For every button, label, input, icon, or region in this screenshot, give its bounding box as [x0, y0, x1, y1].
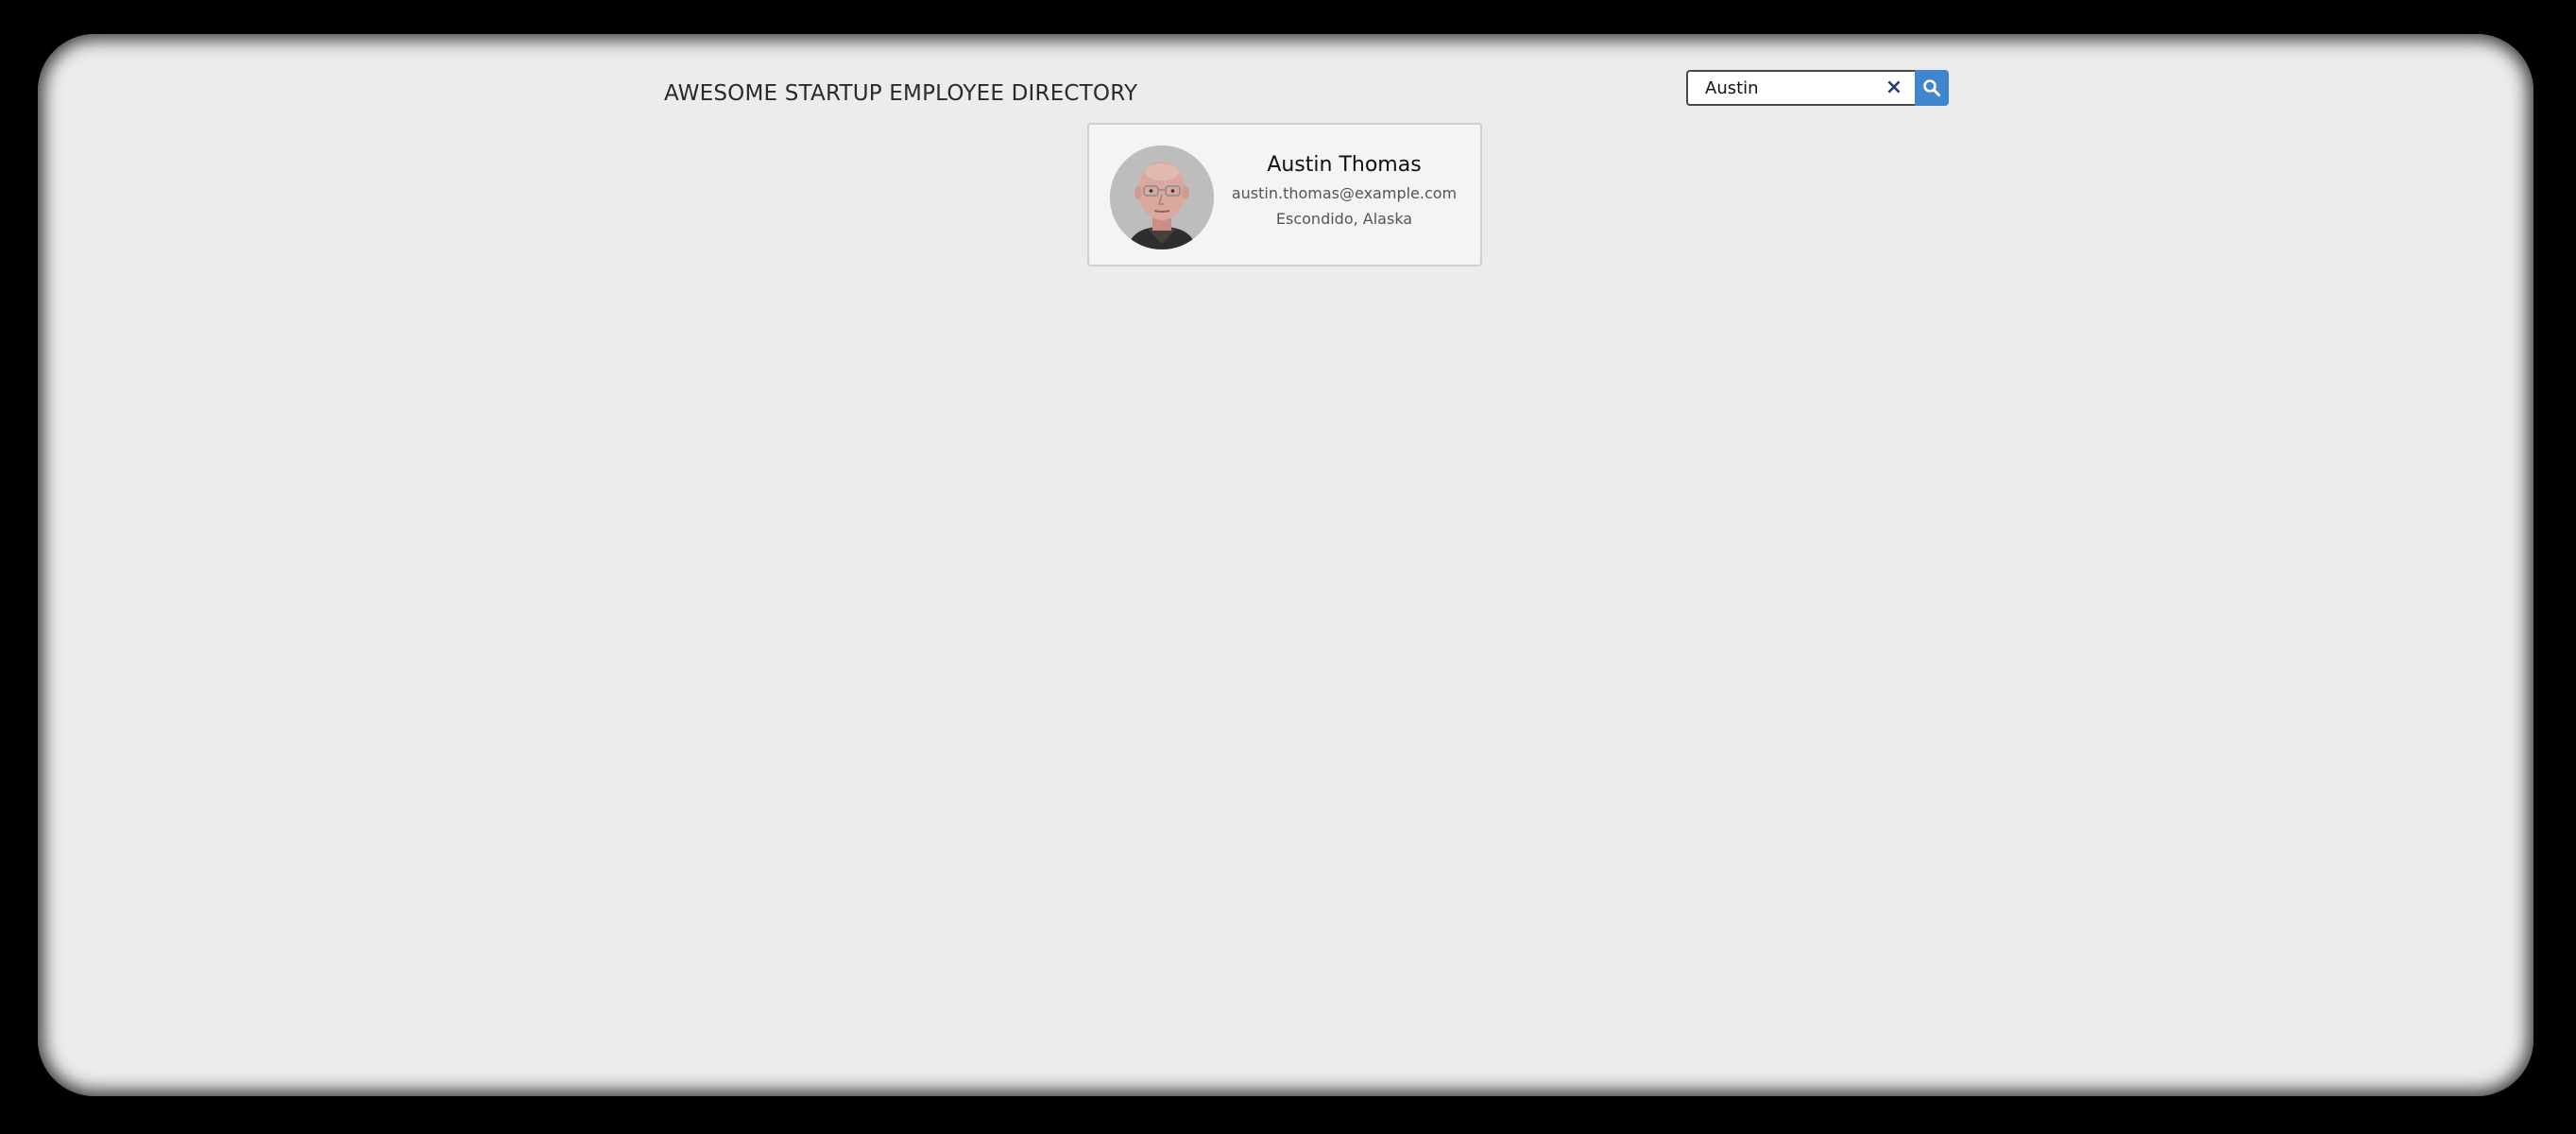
search-form: ×: [1686, 70, 1949, 106]
clear-search-button[interactable]: ×: [1883, 76, 1905, 100]
avatar: [1110, 146, 1214, 249]
employee-info: Austin Thomas austin.thomas@example.com …: [1223, 153, 1465, 228]
employee-name: Austin Thomas: [1267, 153, 1422, 177]
header: AWESOME STARTUP EMPLOYEE DIRECTORY ×: [664, 66, 1949, 123]
close-icon: ×: [1885, 76, 1903, 99]
search-box: ×: [1686, 70, 1915, 106]
avatar-photo: [1110, 146, 1214, 249]
app-window: AWESOME STARTUP EMPLOYEE DIRECTORY ×: [38, 34, 2533, 1096]
search-input[interactable]: [1688, 72, 1875, 104]
page-title: AWESOME STARTUP EMPLOYEE DIRECTORY: [664, 81, 1138, 106]
employee-location: Escondido, Alaska: [1275, 210, 1413, 228]
employee-card[interactable]: Austin Thomas austin.thomas@example.com …: [1087, 123, 1482, 266]
search-icon: [1923, 79, 1940, 96]
employee-email: austin.thomas@example.com: [1231, 184, 1458, 202]
search-button[interactable]: [1915, 70, 1949, 106]
